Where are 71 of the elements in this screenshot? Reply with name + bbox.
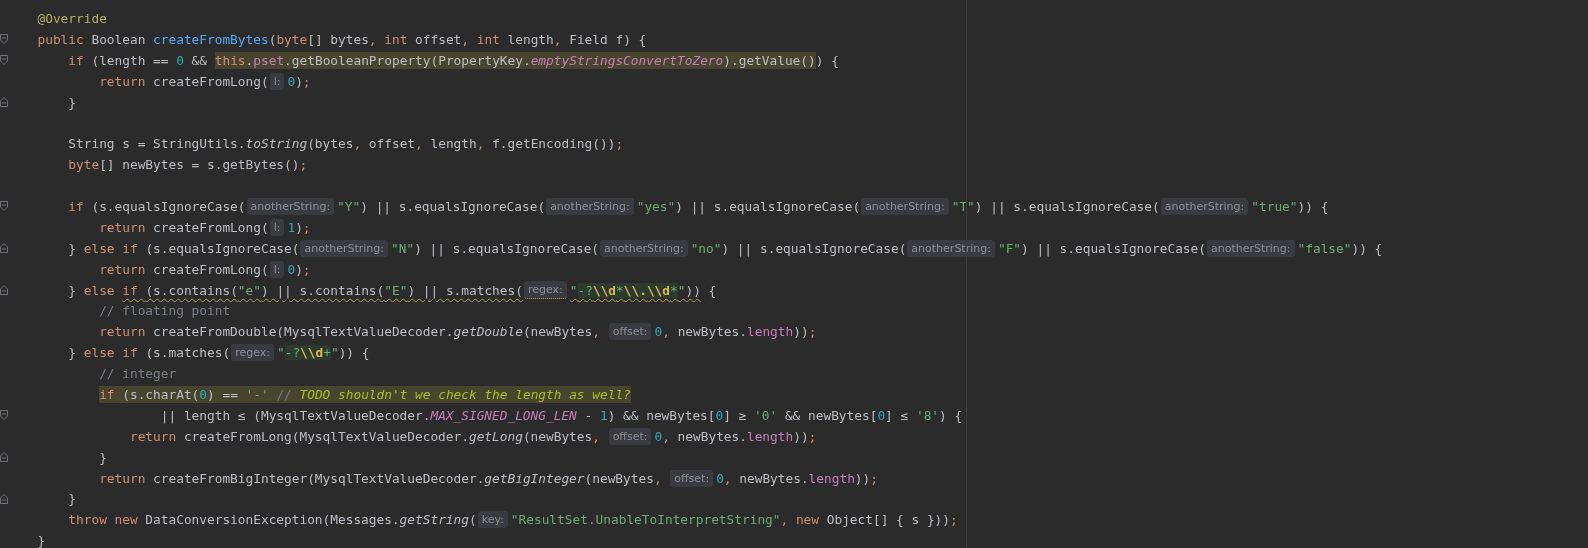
code-text: 0, newBytes.length)); [654,323,817,341]
code-text: return createFromLong(MysqlTextValueDecoder.getLong(newBytes, [129,427,601,445]
parameter-hint: l: [269,72,285,90]
code-text: "F") || s.equalsIgnoreCase( [997,239,1206,257]
highlighted-code: if (s.charAt(0) == '-' // TODO shouldn't we check the length as well? [99,385,631,403]
fold-marker-icon[interactable] [0,452,8,463]
code-text: "Y") || s.equalsIgnoreCase( [337,197,546,215]
code-text: return createFromLong( [99,72,269,90]
code-text: "no") || s.equalsIgnoreCase( [690,239,907,257]
parameter-hint: offset: [670,469,714,487]
code-text: } [37,532,46,548]
code-text: byte[] newBytes = s.getBytes(); [68,156,308,174]
code-text: "ResultSet.UnableToInterpretString", new Object[] { s })); [510,511,958,529]
code-text: public Boolean createFromBytes(byte[] bytes, int offset, int length, Field f) { [37,30,647,48]
parameter-hint: anotherString: [907,239,995,257]
fold-marker-icon[interactable] [0,97,8,107]
code-text: } else [68,281,116,299]
code-text: 0, newBytes.length)); [654,427,817,445]
code-text: "N") || s.equalsIgnoreCase( [391,239,600,257]
code-text: 0); [287,260,311,278]
parameter-hint: anotherString: [1160,197,1249,215]
code-text: if (s.contains("e") || s.contains("E") || s.matches( [122,281,523,299]
code-text: { [707,281,717,299]
parameter-hint: anotherString: [1206,239,1295,257]
fold-marker-icon[interactable] [0,285,8,295]
code-text: "-?\\d+")) { [276,344,370,362]
highlighted-code: this.pset.getBooleanProperty(PropertyKey.emptyStringsConvertToZero).getValue() [214,51,816,69]
code-text: if (length == 0 && [68,51,209,69]
parameter-hint: offset: [608,323,652,341]
parameter-hint: offset: [608,427,652,445]
fold-marker-icon[interactable] [0,55,8,66]
parameter-hint: anotherString: [600,239,688,257]
code-text: } [99,448,107,466]
parameter-hint: anotherString: [246,197,335,215]
code-text: "true")) { [1251,197,1329,215]
code-text: 0, newBytes.length)); [716,469,878,487]
code-text: } else if (s.equalsIgnoreCase( [68,239,300,257]
fold-marker-icon[interactable] [0,493,8,504]
code-text: if (s.equalsIgnoreCase( [68,197,246,215]
parameter-hint: l: [269,218,285,236]
code-text: return createFromDouble(MysqlTextValueDecoder.getDouble(newBytes, [99,323,601,341]
code-text: ) { [815,51,839,69]
code-text: "-?\\d*\\.\\d*")) [569,281,701,299]
code-text: || length ≤ (MysqlTextValueDecoder.MAX_SIGNED_LONG_LEN - 1) && newBytes[0] ≥ '0' && newBytes[0] ≤ '8') { [160,406,963,424]
code-text: } [68,93,77,111]
code-text: 1); [287,218,311,236]
code-text: "false")) { [1297,239,1383,257]
code-text: 0); [287,72,311,90]
code-text: return createFromLong( [99,260,269,278]
parameter-hint: key: [477,511,508,529]
code-text: return createFromBigInteger(MysqlTextValueDecoder.getBigInteger(newBytes, [99,469,663,487]
parameter-hint: regex: [523,281,567,299]
fold-marker-icon[interactable] [0,410,8,421]
code-text: "yes") || s.equalsIgnoreCase( [636,197,861,215]
fold-marker-icon[interactable] [0,34,8,45]
code-text: // floating point [99,302,231,320]
fold-marker-icon[interactable] [0,201,8,212]
code-text: } else if (s.matches( [68,344,231,362]
code-text: "T") || s.equalsIgnoreCase( [951,197,1160,215]
parameter-hint: l: [269,260,285,278]
code-text: } [68,490,77,508]
code-text: throw new DataConversionException(Messages.getString( [68,511,477,529]
code-text: return createFromLong( [99,218,269,236]
code-text: String s = StringUtils.toString(bytes, offset, length, f.getEncoding()); [68,135,624,153]
parameter-hint: anotherString: [861,197,949,215]
code-text: @Override [37,9,107,27]
code-text: // integer [99,365,177,383]
parameter-hint: anotherString: [300,239,389,257]
fold-marker-icon[interactable] [0,243,8,254]
parameter-hint: regex: [231,344,274,362]
parameter-hint: anotherString: [546,197,634,215]
